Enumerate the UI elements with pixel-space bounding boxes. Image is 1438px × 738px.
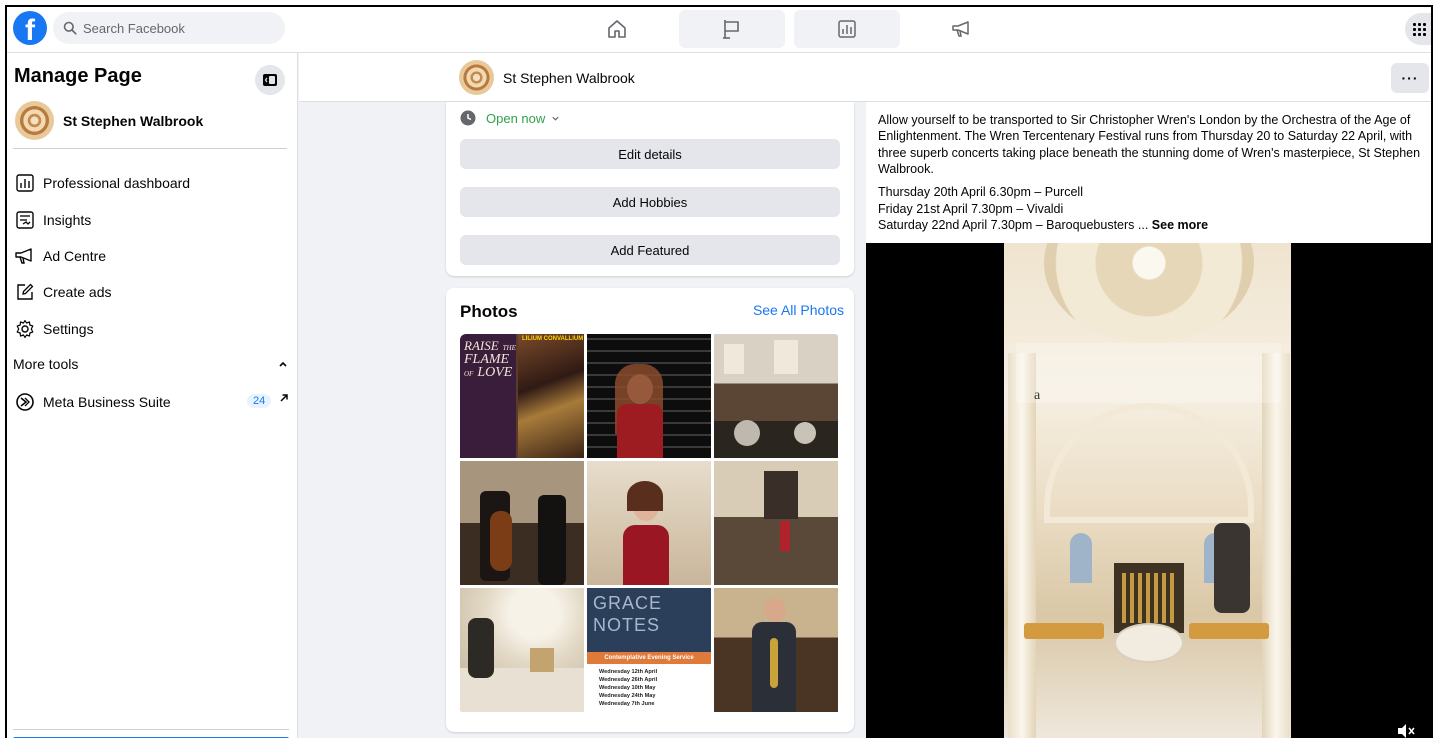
add-featured-button[interactable]: Add Featured — [460, 235, 840, 265]
dashboard-icon — [838, 20, 856, 38]
sidebar-item-create-ads[interactable]: Create ads — [13, 276, 289, 308]
video-caption: a — [1034, 388, 1041, 403]
poster-title-word: OF — [464, 370, 474, 378]
add-hobbies-button[interactable]: Add Hobbies — [460, 187, 840, 217]
notification-badge: 24 — [247, 394, 272, 408]
grace-notes-word: GRACE — [593, 593, 663, 613]
top-bar: f — [7, 7, 1431, 53]
manage-page-sidebar: Manage Page St Stephen Walbrook Professi… — [7, 53, 298, 738]
sidebar-item-label: Ad Centre — [43, 248, 107, 264]
meta-business-suite-icon — [13, 390, 37, 414]
page-avatar[interactable] — [459, 60, 494, 95]
church-interior-video-frame: a — [1004, 243, 1291, 738]
open-status[interactable]: Open now — [460, 109, 560, 127]
search-box[interactable] — [53, 12, 285, 44]
grace-notes-word: NOTES — [593, 615, 661, 635]
poster-title-word: LOVE — [477, 365, 513, 380]
photos-card: Photos See All Photos LILIUM CONVALLIUM … — [446, 288, 854, 732]
pencil-icon — [13, 280, 37, 304]
photo-thumbnail[interactable] — [460, 588, 584, 712]
photo-thumbnail[interactable]: LILIUM CONVALLIUM RAISE THE FLAME OF LOV… — [460, 334, 584, 458]
poster-title: RAISE THE FLAME OF LOVE — [464, 338, 516, 380]
sidebar-item-label: Professional dashboard — [43, 175, 191, 191]
service-date: Wednesday 7th June — [599, 701, 655, 707]
intro-card: Open now Edit details Add Hobbies Add Fe… — [446, 102, 854, 276]
external-link-icon — [280, 394, 288, 402]
megaphone-icon — [13, 244, 37, 268]
photo-thumbnail[interactable] — [587, 334, 711, 458]
sidebar-item-label: Insights — [43, 212, 92, 228]
photo-thumbnail[interactable] — [714, 461, 838, 585]
service-date: Wednesday 26th April — [599, 677, 658, 683]
nav-tab-pages[interactable] — [679, 10, 785, 48]
flag-icon — [723, 20, 739, 39]
sidebar-title: Manage Page — [14, 65, 142, 87]
gear-icon — [13, 317, 37, 341]
nav-tab-dashboard[interactable] — [794, 10, 900, 48]
chevron-up-icon — [279, 361, 287, 367]
schedule-line: Saturday 22nd April 7.30pm – Baroquebust… — [878, 217, 1208, 234]
poster-title-word: THE — [502, 344, 516, 352]
sidebar-item-insights[interactable]: Insights — [13, 204, 289, 236]
sidebar-item-label: Settings — [43, 321, 94, 337]
page-avatar — [15, 101, 54, 140]
more-tools-toggle[interactable]: More tools — [13, 356, 289, 378]
photo-thumbnail[interactable] — [460, 461, 584, 585]
see-more-link[interactable]: See more — [1152, 218, 1208, 232]
photo-thumbnail[interactable] — [587, 461, 711, 585]
photo-thumbnail[interactable] — [714, 334, 838, 458]
megaphone-icon — [952, 21, 969, 37]
service-dates: Wednesday 12th April Wednesday 26th Apri… — [599, 668, 657, 708]
facebook-window: f Manage Page St Stephen Wal — [5, 5, 1433, 738]
photo-thumbnail[interactable]: GRACE NOTES Contemplative Evening Service… — [587, 588, 711, 712]
service-date: Wednesday 24th May — [599, 693, 656, 699]
poster-banner: LILIUM CONVALLIUM — [522, 336, 584, 342]
open-now-label: Open now — [486, 110, 546, 126]
home-icon — [608, 20, 626, 38]
schedule-line: Friday 21st April 7.30pm – Vivaldi — [878, 201, 1064, 216]
edit-details-button[interactable]: Edit details — [460, 139, 840, 169]
post-schedule: Thursday 20th April 6.30pm – Purcell Fri… — [878, 184, 1208, 234]
sidebar-item-ad-centre[interactable]: Ad Centre — [13, 240, 289, 272]
sidebar-toggle-icon — [263, 74, 277, 86]
more-options-button[interactable]: ··· — [1391, 63, 1429, 93]
mute-icon[interactable] — [1396, 723, 1416, 738]
sidebar-page-switcher[interactable]: St Stephen Walbrook — [13, 101, 287, 149]
photo-grid: LILIUM CONVALLIUM RAISE THE FLAME OF LOV… — [460, 334, 840, 714]
divider — [13, 729, 289, 730]
search-icon — [63, 21, 77, 35]
menu-icon[interactable] — [1405, 13, 1431, 45]
more-tools-label: More tools — [13, 356, 79, 372]
service-band: Contemplative Evening Service — [587, 652, 711, 664]
post-text: Allow yourself to be transported to Sir … — [878, 113, 1421, 176]
search-input[interactable] — [83, 12, 278, 44]
poster-title-word: RAISE — [464, 338, 499, 353]
photo-thumbnail[interactable] — [714, 588, 838, 712]
service-date: Wednesday 10th May — [599, 685, 656, 691]
see-all-photos-link[interactable]: See All Photos — [753, 302, 844, 318]
sidebar-item-meta-business-suite[interactable]: Meta Business Suite 24 — [13, 386, 289, 418]
nav-tab-home[interactable] — [564, 10, 670, 48]
collapse-sidebar-button[interactable] — [255, 65, 285, 95]
facebook-logo-icon[interactable]: f — [13, 11, 47, 45]
clock-icon — [460, 110, 476, 126]
sidebar-item-settings[interactable]: Settings — [13, 313, 289, 345]
sidebar-item-label: Meta Business Suite — [43, 394, 171, 410]
insights-icon — [13, 208, 37, 232]
schedule-line-text: Saturday 22nd April 7.30pm – Baroquebust… — [878, 218, 1149, 232]
post-video[interactable]: a — [866, 243, 1431, 738]
page-header: St Stephen Walbrook ··· — [299, 53, 1431, 102]
sidebar-page-name: St Stephen Walbrook — [63, 113, 204, 129]
sidebar-item-label: Create ads — [43, 284, 112, 300]
featured-post: Allow yourself to be transported to Sir … — [866, 102, 1431, 738]
photos-heading: Photos — [460, 302, 518, 321]
page-title[interactable]: St Stephen Walbrook — [503, 70, 635, 86]
service-date: Wednesday 12th April — [599, 669, 658, 675]
dashboard-icon — [13, 171, 37, 195]
chevron-down-icon — [552, 116, 559, 121]
nav-tab-ads[interactable] — [909, 10, 1015, 48]
grace-notes-title: GRACE NOTES — [593, 592, 662, 636]
sidebar-item-professional-dashboard[interactable]: Professional dashboard — [13, 167, 289, 199]
schedule-line: Thursday 20th April 6.30pm – Purcell — [878, 185, 1083, 199]
